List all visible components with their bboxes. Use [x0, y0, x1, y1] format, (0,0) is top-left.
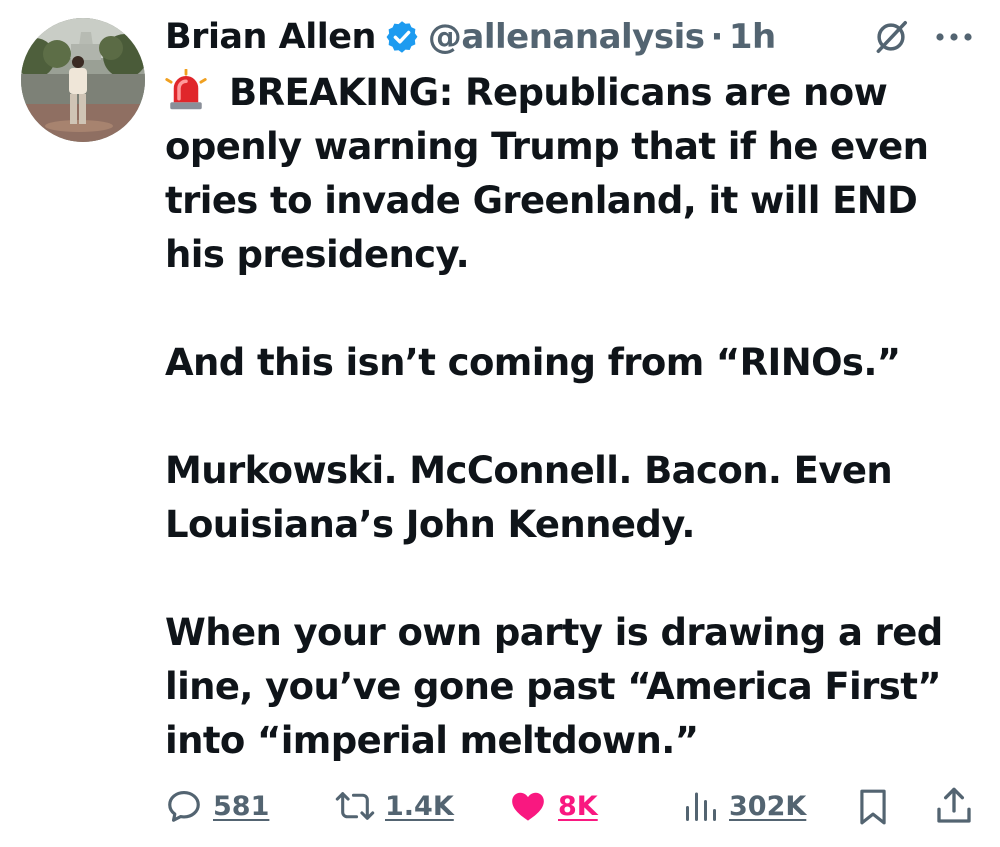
post-paragraph-1: BREAKING: Republicans are now openly war…: [165, 66, 985, 282]
share-icon[interactable]: [934, 786, 974, 826]
header-separator: ·: [710, 17, 723, 57]
repost-count: 1.4K: [385, 790, 454, 822]
views-icon: [686, 792, 716, 821]
siren-emoji: [165, 69, 207, 110]
avatar[interactable]: [21, 18, 145, 142]
post-time[interactable]: 1h: [729, 17, 776, 57]
tweet-header: Brian Allen @allenanalysis · 1h: [165, 10, 985, 64]
repost-button[interactable]: 1.4K: [335, 778, 454, 834]
verified-badge-icon: [386, 21, 418, 53]
like-count: 8K: [558, 790, 598, 822]
post-paragraph-4: When your own party is drawing a red lin…: [165, 611, 943, 762]
views-button[interactable]: 302K: [683, 778, 806, 834]
avatar-photo: [21, 18, 145, 142]
bookmark-icon[interactable]: [856, 788, 890, 826]
post-paragraph-1-text: BREAKING: Republicans are now openly war…: [165, 71, 929, 276]
post-paragraph-3: Murkowski. McConnell. Bacon. Even Louisi…: [165, 449, 893, 546]
heart-icon: [512, 792, 544, 821]
reply-count: 581: [213, 790, 270, 822]
grok-icon[interactable]: [872, 18, 910, 56]
reply-button[interactable]: 581: [165, 778, 269, 834]
author-handle[interactable]: @allenanalysis: [428, 17, 705, 57]
post-paragraph-2: And this isn’t coming from “RINOs.”: [165, 341, 901, 384]
like-button[interactable]: 8K: [508, 778, 598, 834]
more-icon[interactable]: [932, 22, 976, 52]
retweet-icon: [335, 792, 375, 820]
action-bar: 581 1.4K 8K 302K: [0, 778, 1000, 834]
author-name[interactable]: Brian Allen: [165, 17, 376, 57]
views-count: 302K: [729, 790, 807, 822]
reply-icon: [168, 790, 200, 822]
tweet: Brian Allen @allenanalysis · 1h BREAKING…: [0, 0, 1000, 847]
post-text: BREAKING: Republicans are now openly war…: [165, 66, 985, 768]
